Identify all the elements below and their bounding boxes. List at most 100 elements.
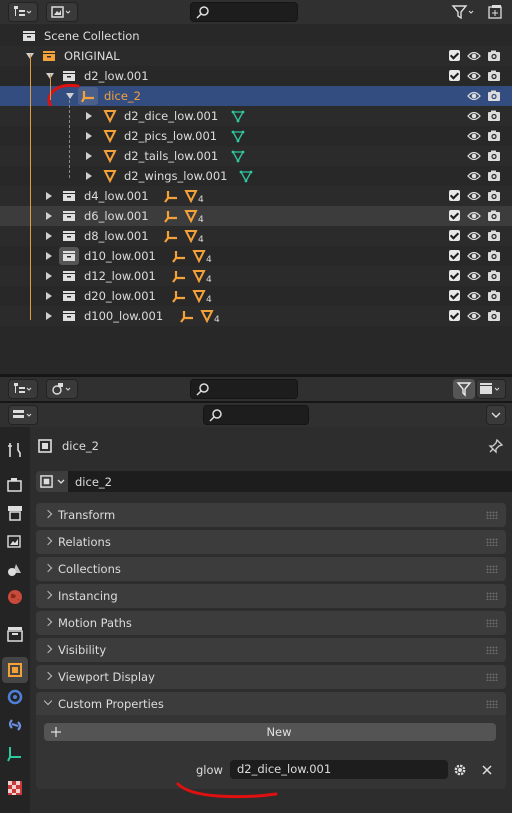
child-mesh-row[interactable]: d2_dice_low.001: [0, 106, 512, 126]
panel-visibility[interactable]: Visibility: [36, 638, 506, 662]
editor-type-button[interactable]: [8, 405, 38, 425]
camera-icon[interactable]: [487, 149, 501, 163]
eye-icon[interactable]: [467, 269, 481, 283]
expand-toggle[interactable]: [86, 152, 92, 160]
gear-icon[interactable]: [452, 762, 468, 778]
expand-toggle[interactable]: [86, 132, 92, 140]
eye-icon[interactable]: [467, 169, 481, 183]
filter-button[interactable]: [448, 2, 480, 22]
custom-property-value-field[interactable]: d2_dice_low.001: [230, 760, 448, 779]
panel-motion-paths[interactable]: Motion Paths: [36, 611, 506, 635]
camera-icon[interactable]: [487, 89, 501, 103]
options-dropdown[interactable]: [486, 405, 506, 425]
object-data-icon[interactable]: [6, 745, 24, 763]
expand-toggle[interactable]: [86, 172, 92, 180]
collection-options-button[interactable]: [476, 379, 506, 399]
texture-icon[interactable]: [6, 779, 24, 797]
collection-row-d8[interactable]: d8_low.001 4: [0, 226, 512, 246]
tool-icon[interactable]: [6, 441, 24, 459]
drag-handle[interactable]: [486, 700, 498, 708]
drag-handle[interactable]: [486, 511, 498, 519]
collection-row-d100[interactable]: d100_low.001 4: [0, 306, 512, 326]
expand-toggle[interactable]: [46, 292, 52, 300]
eye-icon[interactable]: [467, 309, 481, 323]
drag-handle[interactable]: [486, 646, 498, 654]
exclude-checkbox[interactable]: [449, 50, 460, 61]
exclude-checkbox[interactable]: [449, 70, 460, 81]
camera-icon[interactable]: [487, 169, 501, 183]
child-mesh-row[interactable]: d2_wings_low.001: [0, 166, 512, 186]
camera-icon[interactable]: [487, 289, 501, 303]
drag-handle[interactable]: [486, 619, 498, 627]
view-layer-icon[interactable]: [6, 532, 24, 550]
exclude-checkbox[interactable]: [449, 270, 460, 281]
editor-type-button[interactable]: [8, 2, 38, 22]
eye-icon[interactable]: [467, 289, 481, 303]
exclude-checkbox[interactable]: [449, 290, 460, 301]
camera-icon[interactable]: [487, 129, 501, 143]
collection-row-d6[interactable]: d6_low.001 4: [0, 206, 512, 226]
constraints-icon[interactable]: [6, 716, 24, 734]
exclude-checkbox[interactable]: [449, 230, 460, 241]
object-name-field[interactable]: dice_2: [68, 471, 512, 492]
new-collection-button[interactable]: [485, 2, 505, 22]
expand-toggle[interactable]: [46, 212, 52, 220]
panel-custom-properties[interactable]: Custom Properties: [36, 692, 506, 716]
camera-icon[interactable]: [487, 69, 501, 83]
close-icon[interactable]: [482, 765, 492, 775]
drag-handle[interactable]: [486, 673, 498, 681]
collection-row-d20[interactable]: d20_low.001 4: [0, 286, 512, 306]
eye-icon[interactable]: [467, 49, 481, 63]
new-property-button[interactable]: New: [44, 723, 496, 741]
camera-icon[interactable]: [487, 189, 501, 203]
exclude-checkbox[interactable]: [449, 310, 460, 321]
camera-icon[interactable]: [487, 49, 501, 63]
panel-instancing[interactable]: Instancing: [36, 584, 506, 608]
eye-icon[interactable]: [467, 89, 481, 103]
camera-icon[interactable]: [487, 269, 501, 283]
expand-toggle[interactable]: [46, 272, 52, 280]
panel-viewport-display[interactable]: Viewport Display: [36, 665, 506, 689]
filter-button[interactable]: [453, 379, 475, 399]
eye-icon[interactable]: [467, 69, 481, 83]
expand-toggle[interactable]: [46, 232, 52, 240]
collection-row-d12[interactable]: d12_low.001 4: [0, 266, 512, 286]
collection-tab-icon[interactable]: [6, 625, 24, 643]
panel-transform[interactable]: Transform: [36, 503, 506, 527]
object-icon[interactable]: [6, 661, 24, 679]
exclude-checkbox[interactable]: [449, 250, 460, 261]
render-icon[interactable]: [6, 476, 24, 494]
output-icon[interactable]: [6, 504, 24, 522]
child-mesh-row[interactable]: d2_tails_low.001: [0, 146, 512, 166]
scene-collection-row[interactable]: Scene Collection: [0, 26, 512, 46]
eye-icon[interactable]: [467, 109, 481, 123]
eye-icon[interactable]: [467, 189, 481, 203]
drag-handle[interactable]: [486, 538, 498, 546]
display-mode-button[interactable]: [46, 379, 78, 399]
display-mode-button[interactable]: [46, 2, 78, 22]
exclude-checkbox[interactable]: [449, 210, 460, 221]
expand-toggle[interactable]: [46, 252, 52, 260]
eye-icon[interactable]: [467, 129, 481, 143]
collection-row-d10[interactable]: d10_low.001 4: [0, 246, 512, 266]
expand-toggle[interactable]: [46, 312, 52, 320]
orphan-search-input[interactable]: [190, 379, 298, 399]
eye-icon[interactable]: [467, 249, 481, 263]
original-collection-row[interactable]: ORIGINAL: [0, 46, 512, 66]
editor-type-button[interactable]: [8, 379, 38, 399]
panel-collections[interactable]: Collections: [36, 557, 506, 581]
panel-relations[interactable]: Relations: [36, 530, 506, 554]
collection-row-d4[interactable]: d4_low.001 4: [0, 186, 512, 206]
camera-icon[interactable]: [487, 109, 501, 123]
eye-icon[interactable]: [467, 229, 481, 243]
eye-icon[interactable]: [467, 209, 481, 223]
properties-search-input[interactable]: [203, 405, 309, 425]
drag-handle[interactable]: [486, 592, 498, 600]
camera-icon[interactable]: [487, 229, 501, 243]
pin-icon[interactable]: [488, 438, 504, 454]
expand-toggle[interactable]: [46, 192, 52, 200]
physics-icon[interactable]: [6, 688, 24, 706]
world-icon[interactable]: [6, 588, 24, 606]
object-type-selector[interactable]: [36, 471, 68, 492]
camera-icon[interactable]: [487, 309, 501, 323]
